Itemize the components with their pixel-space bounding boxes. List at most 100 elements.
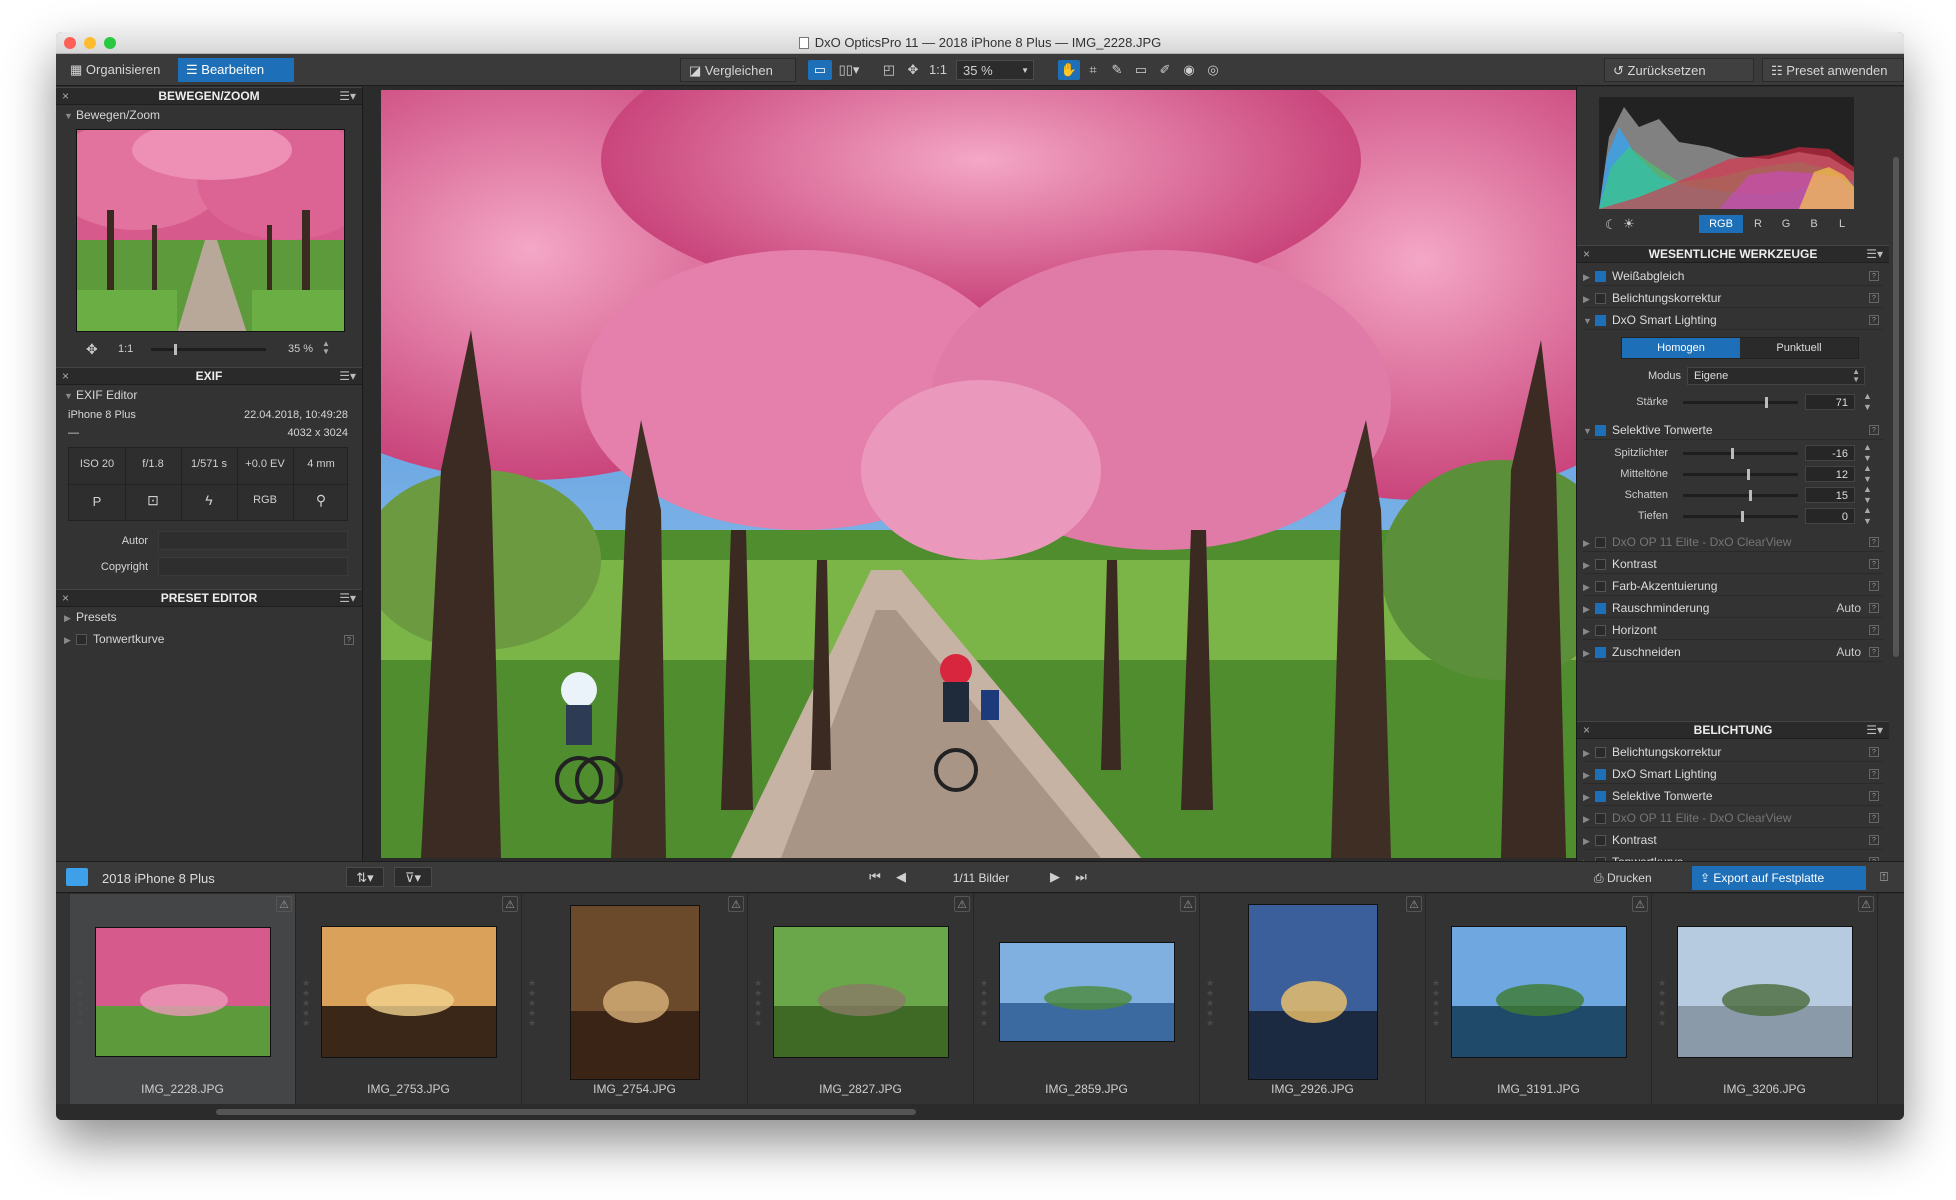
- minimize-window-button[interactable]: [84, 37, 96, 49]
- essential-tool-item[interactable]: ▶ Farb-Akzentuierung?: [1583, 576, 1883, 596]
- checkbox[interactable]: [1595, 603, 1606, 614]
- help-icon[interactable]: ?: [1869, 293, 1879, 303]
- exposure-tool-item[interactable]: ▶ Kontrast?: [1583, 830, 1883, 850]
- rating-stars[interactable]: ★ ★ ★ ★ ★: [1206, 978, 1216, 1028]
- reset-button[interactable]: ↺ Zurücksetzen: [1604, 58, 1754, 82]
- thumbnail-image[interactable]: [570, 905, 700, 1080]
- split-view-button[interactable]: ▯▯▾: [834, 60, 864, 80]
- fit-screen-button[interactable]: ◰: [878, 60, 900, 80]
- exif-subheader[interactable]: ▼ EXIF Editor: [64, 386, 137, 404]
- edit-tab[interactable]: ☰ Bearbeiten: [178, 58, 294, 82]
- compare-button[interactable]: ◪ Vergleichen: [680, 58, 796, 82]
- checkbox[interactable]: [1595, 647, 1606, 658]
- thumbnail-image[interactable]: [95, 927, 271, 1057]
- filmstrip-thumbnail[interactable]: ★ ★ ★ ★ ★ ⚠ IMG_3206.JPG: [1652, 894, 1878, 1104]
- exposure-tool-item[interactable]: ▶ Selektive Tonwerte?: [1583, 786, 1883, 806]
- slider-thumb[interactable]: [1731, 448, 1734, 459]
- panel-menu-icon[interactable]: ☰▾: [1866, 246, 1883, 263]
- print-button[interactable]: ⎙ Drucken: [1586, 866, 1672, 890]
- exposure-tool-item[interactable]: ▶ DxO Smart Lighting?: [1583, 764, 1883, 784]
- navigator-zoom-value[interactable]: 35 %: [288, 343, 313, 355]
- essential-tool-item[interactable]: ▶ Zuschneiden Auto?: [1583, 642, 1883, 662]
- warning-icon[interactable]: ⚠: [728, 896, 744, 912]
- export-button[interactable]: ⇪ Export auf Festplatte: [1692, 866, 1866, 890]
- tone-curve-item[interactable]: ▶ Tonwertkurve?: [64, 630, 354, 648]
- checkbox[interactable]: [1595, 835, 1606, 846]
- channel-b[interactable]: B: [1801, 215, 1827, 233]
- rating-stars[interactable]: ★ ★ ★ ★ ★: [76, 978, 86, 1028]
- tool-smart-lighting[interactable]: ▼ DxO Smart Lighting?: [1583, 310, 1883, 330]
- first-image-button[interactable]: ⏮: [864, 867, 886, 887]
- strength-slider[interactable]: [1683, 397, 1798, 408]
- help-icon[interactable]: ?: [1869, 315, 1879, 325]
- thumbnail-image[interactable]: [321, 926, 497, 1058]
- slider-value[interactable]: 12: [1805, 466, 1855, 482]
- checkbox[interactable]: [1595, 791, 1606, 802]
- mode-select[interactable]: Eigene ▲ ▼: [1687, 367, 1865, 385]
- close-icon[interactable]: ×: [62, 590, 69, 607]
- help-icon[interactable]: ?: [1869, 537, 1879, 547]
- essentials-header[interactable]: × WESENTLICHE WERKZEUGE ☰▾: [1577, 245, 1889, 263]
- help-icon[interactable]: ?: [344, 635, 354, 645]
- filmstrip-thumbnail[interactable]: ★ ★ ★ ★ ★ ⚠ IMG_2753.JPG: [296, 894, 522, 1104]
- rating-stars[interactable]: ★ ★ ★ ★ ★: [528, 978, 538, 1028]
- move-button[interactable]: ✥: [902, 60, 924, 80]
- channel-l[interactable]: L: [1829, 215, 1855, 233]
- exposure-tool-item[interactable]: ▶ Belichtungskorrektur?: [1583, 742, 1883, 762]
- zoom-window-button[interactable]: [104, 37, 116, 49]
- exposure-header[interactable]: × BELICHTUNG ☰▾: [1577, 721, 1889, 739]
- scroll-thumb[interactable]: [216, 1109, 916, 1115]
- tone-slider[interactable]: [1683, 511, 1798, 522]
- filmstrip-thumbnail[interactable]: ★ ★ ★ ★ ★ ⚠ IMG_2228.JPG: [70, 894, 296, 1104]
- slider-thumb[interactable]: [1765, 397, 1768, 408]
- warning-icon[interactable]: ⚠: [1406, 896, 1422, 912]
- thumbnail-image[interactable]: [999, 942, 1175, 1042]
- navigator-ratio[interactable]: 1:1: [118, 343, 133, 355]
- checkbox[interactable]: [76, 634, 87, 645]
- rating-stars[interactable]: ★ ★ ★ ★ ★: [302, 978, 312, 1028]
- help-icon[interactable]: ?: [1869, 769, 1879, 779]
- help-icon[interactable]: ?: [1869, 791, 1879, 801]
- checkbox[interactable]: [1595, 769, 1606, 780]
- checkbox[interactable]: [1595, 581, 1606, 592]
- thumbnail-image[interactable]: [773, 926, 949, 1058]
- essential-tool-item[interactable]: ▶ Horizont?: [1583, 620, 1883, 640]
- zoom-select[interactable]: 35 % ▼: [956, 60, 1034, 80]
- move-icon[interactable]: ✥: [86, 341, 98, 358]
- channel-r[interactable]: R: [1745, 215, 1771, 233]
- help-icon[interactable]: ?: [1869, 747, 1879, 757]
- help-icon[interactable]: ?: [1869, 625, 1879, 635]
- checkbox[interactable]: [1595, 813, 1606, 824]
- essential-tool-item[interactable]: ▶ Kontrast?: [1583, 554, 1883, 574]
- filmstrip-thumbnail[interactable]: ★ ★ ★ ★ ★ ⚠ IMG_2827.JPG: [748, 894, 974, 1104]
- repair-tool-button[interactable]: ✐: [1154, 60, 1176, 80]
- next-image-button[interactable]: ▶: [1044, 867, 1066, 887]
- close-window-button[interactable]: [64, 37, 76, 49]
- slider-thumb[interactable]: [1747, 469, 1750, 480]
- ratio-button[interactable]: 1:1: [926, 60, 950, 80]
- filmstrip-scrollbar[interactable]: [56, 1104, 1904, 1120]
- navigator-zoom-slider[interactable]: [151, 344, 266, 355]
- slider-value[interactable]: 15: [1805, 487, 1855, 503]
- essential-tool-item[interactable]: ▶ DxO OP 11 Elite - DxO ClearView?: [1583, 532, 1883, 552]
- tool-exposure-correction[interactable]: ▶ Belichtungskorrektur?: [1583, 288, 1883, 308]
- close-icon[interactable]: ×: [1583, 722, 1590, 739]
- sun-icon[interactable]: ☀: [1623, 216, 1635, 232]
- stepper-icon[interactable]: ▲ ▼: [1863, 442, 1872, 464]
- help-icon[interactable]: ?: [1869, 603, 1879, 613]
- author-field[interactable]: [158, 531, 348, 550]
- presets-item[interactable]: ▶ Presets: [64, 608, 117, 626]
- preset-editor-header[interactable]: × PRESET EDITOR ☰▾: [56, 589, 362, 607]
- horizon-tool-button[interactable]: ▭: [1130, 60, 1152, 80]
- copyright-field[interactable]: [158, 557, 348, 576]
- filmstrip-thumbnail[interactable]: ★ ★ ★ ★ ★ ⚠ IMG_2754.JPG: [522, 894, 748, 1104]
- filter-button[interactable]: ⊽▾: [394, 867, 432, 887]
- warning-icon[interactable]: ⚠: [1858, 896, 1874, 912]
- stepper-icon[interactable]: ▲ ▼: [1863, 463, 1872, 485]
- exposure-tool-item[interactable]: ▶ DxO OP 11 Elite - DxO ClearView?: [1583, 808, 1883, 828]
- help-icon[interactable]: ?: [1869, 835, 1879, 845]
- warning-icon[interactable]: ⚠: [1632, 896, 1648, 912]
- tone-slider[interactable]: [1683, 448, 1798, 459]
- close-icon[interactable]: ×: [62, 368, 69, 385]
- exposure-tool-item[interactable]: ▶Tonwertkurve?: [1583, 852, 1883, 861]
